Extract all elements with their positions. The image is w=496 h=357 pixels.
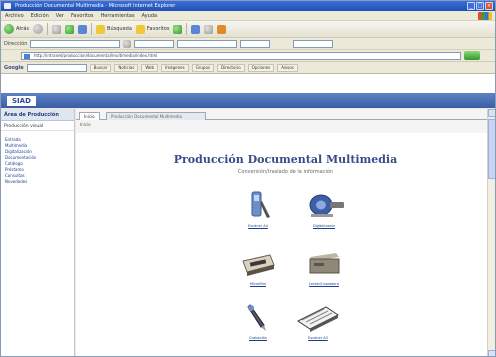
sidebar-header: Área de Producción [1, 109, 74, 121]
google-button-avisos[interactable]: Avisos [277, 63, 298, 72]
back-button[interactable]: Atrás [4, 24, 29, 34]
copier-icon [306, 247, 342, 279]
menu-item-ver[interactable]: Ver [56, 13, 64, 19]
pen-icon [240, 301, 276, 333]
google-button-opciones[interactable]: Opciones [247, 63, 275, 72]
title-bar: Producción Documental Multimedia - Micro… [1, 1, 495, 11]
browser-window: Producción Documental Multimedia - Micro… [0, 0, 496, 357]
search-button[interactable]: Búsqueda [96, 24, 132, 34]
tab-produccion[interactable]: Producción Documental Multimedia [106, 112, 206, 120]
device-item[interactable]: Escáner A3 [288, 301, 348, 353]
sidebar-link[interactable]: Novedades [5, 179, 74, 185]
address-url: http://intranet/produccion/documental/mu… [34, 53, 158, 58]
device-caption[interactable]: Escáner A4 [248, 224, 268, 228]
menu-item-ayuda[interactable]: Ayuda [142, 13, 157, 19]
forward-arrow-icon [33, 24, 44, 34]
google-button-directorio[interactable]: Directorio [217, 63, 245, 72]
main-content: Inicio Producción Documental Multimedia … [76, 109, 495, 356]
search-icon [96, 24, 106, 34]
quick-field[interactable] [293, 39, 334, 48]
portal-logo[interactable]: SIAD [7, 95, 36, 106]
menu-item-edicion[interactable]: Edición [31, 13, 49, 19]
ie-icon [4, 3, 11, 9]
standard-toolbar: Atrás Búsqueda Favoritos [1, 21, 495, 38]
search-label: Búsqueda [107, 26, 132, 32]
scroll-thumb[interactable] [488, 119, 495, 179]
address-bar: http://intranet/produccion/documental/mu… [1, 50, 495, 62]
google-search-input[interactable] [26, 63, 87, 72]
google-button-grupos[interactable]: Grupos [191, 63, 215, 72]
vertical-scrollbar[interactable] [487, 109, 495, 356]
forward-button[interactable] [33, 24, 44, 34]
google-button-web[interactable]: Web [141, 63, 159, 72]
portal-header: SIAD [1, 93, 495, 108]
address-label: Dirección [4, 40, 28, 47]
device-item[interactable]: Microfilm [228, 247, 288, 299]
quick-field[interactable] [177, 39, 238, 48]
google-button-imagenes[interactable]: Imágenes [161, 63, 189, 72]
windows-logo-icon [478, 12, 492, 20]
quick-field[interactable] [134, 39, 175, 48]
mail-icon[interactable] [191, 24, 201, 34]
sidebar-subheader[interactable]: Producción visual [1, 121, 74, 131]
toolbar-separator [91, 23, 93, 35]
secondary-toolbar: Dirección [1, 38, 495, 50]
menu-item-herramientas[interactable]: Herramientas [101, 13, 135, 19]
favorites-button[interactable]: Favoritos [135, 24, 170, 34]
history-icon[interactable] [173, 24, 183, 34]
page-subtitle: Conversión/traslado de la información [237, 169, 334, 175]
device-caption[interactable]: Digitalizador [313, 224, 335, 228]
quick-field[interactable] [240, 39, 271, 48]
scroll-down-button[interactable] [488, 350, 495, 356]
page-top-spacer [1, 74, 495, 93]
tab-inicio[interactable]: Inicio [79, 112, 100, 120]
google-toolbar: Google Buscar Noticias Web Imágenes Grup… [1, 62, 495, 74]
google-button-noticias[interactable]: Noticias [114, 63, 139, 72]
device-caption[interactable]: Microfilm [250, 282, 266, 286]
device-caption[interactable]: Lector/Copiadora [309, 282, 339, 286]
device-caption[interactable]: Grabación [249, 336, 267, 340]
menu-bar: Archivo Edición Ver Favoritos Herramient… [1, 11, 495, 21]
maximize-button[interactable]: □ [476, 2, 484, 10]
dropdown-icon[interactable] [123, 39, 132, 48]
print-icon[interactable] [204, 24, 214, 34]
quick-field[interactable] [30, 39, 121, 48]
scanner-icon [240, 189, 276, 221]
google-button-buscar[interactable]: Buscar [89, 63, 112, 72]
window-controls: _ □ × [467, 2, 493, 10]
back-arrow-icon [4, 24, 14, 34]
back-label: Atrás [16, 26, 30, 32]
close-button[interactable]: × [485, 2, 493, 10]
window-title: Producción Documental Multimedia - Micro… [15, 3, 176, 9]
menu-item-archivo[interactable]: Archivo [5, 13, 24, 19]
camera-icon [306, 189, 344, 221]
sidebar-links: Entrada Multimedia Digitalización Docume… [1, 131, 74, 185]
menu-item-favoritos[interactable]: Favoritos [71, 13, 94, 19]
google-label: Google [4, 64, 24, 71]
device-item[interactable]: Grabación [228, 301, 288, 353]
sidebar: Área de Producción Producción visual Ent… [1, 109, 75, 356]
scroll-up-button[interactable] [488, 109, 495, 117]
page-icon [24, 53, 30, 59]
device-caption[interactable]: Escáner A3 [308, 336, 328, 340]
device-item[interactable]: Escáner A4 [228, 189, 288, 241]
favorites-label: Favoritos [146, 26, 170, 32]
refresh-icon[interactable] [65, 24, 75, 34]
star-icon [135, 24, 145, 34]
stop-icon[interactable] [52, 24, 62, 34]
flatbed-scanner-icon [296, 301, 340, 333]
go-button[interactable] [464, 51, 480, 60]
tab-bar: Inicio Producción Documental Multimedia … [76, 109, 495, 133]
page-title: Producción Documental Multimedia [173, 153, 398, 166]
microfilm-icon [240, 247, 276, 279]
toolbar-separator [186, 23, 188, 35]
device-item[interactable]: Lector/Copiadora [294, 247, 354, 299]
folder-icon[interactable] [217, 24, 227, 34]
address-input[interactable]: http://intranet/produccion/documental/mu… [21, 51, 461, 60]
device-item[interactable]: Digitalizador [294, 189, 354, 241]
breadcrumb[interactable]: Inicio [80, 122, 91, 127]
home-icon[interactable] [78, 24, 88, 34]
toolbar-separator [47, 23, 49, 35]
minimize-button[interactable]: _ [467, 2, 475, 10]
